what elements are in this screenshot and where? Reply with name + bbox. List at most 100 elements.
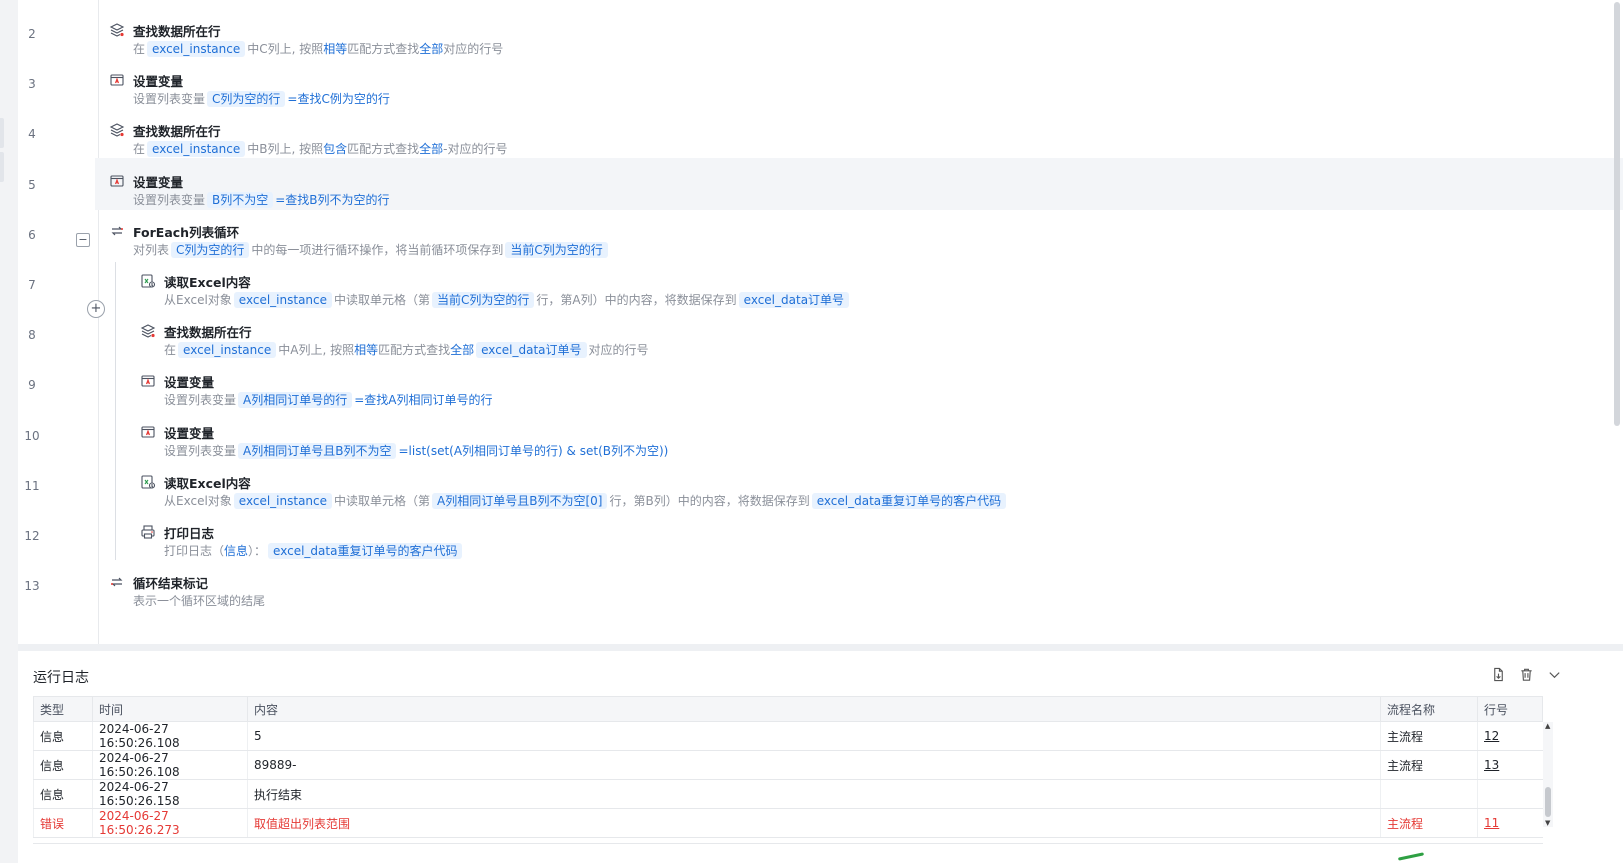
log-type: 信息	[33, 779, 93, 809]
variable-token[interactable]: A列相同订单号的行	[238, 392, 353, 409]
description-text: ）：	[248, 544, 267, 558]
step-description: 在 excel_instance 中C列上, 按照相等匹配方式查找全部对应的行号	[133, 40, 503, 57]
variable-token[interactable]: excel_instance	[233, 492, 333, 509]
col-content[interactable]: 内容	[247, 696, 1381, 722]
variable-token[interactable]: B列不为空	[207, 191, 274, 208]
variable-token[interactable]: 当前C列为空的行	[432, 292, 535, 308]
expression-token: =查找B列不为空的行	[275, 192, 390, 207]
step-description: 表示一个循环区域的结尾	[133, 592, 265, 609]
log-row[interactable]: 信息 2024-06-27 16:50:26.108 89889- 主流程 13	[33, 750, 1543, 780]
collapse-loop-button[interactable]: −	[76, 233, 90, 247]
description-text: 表示一个循环区域的结尾	[133, 594, 266, 609]
step-title: 设置变量	[164, 425, 215, 441]
log-content: 5	[247, 721, 1381, 751]
expression-token: =list(set(A列相同订单号的行) & set(B列不为空))	[398, 443, 669, 458]
step-description: 在 excel_instance 中A列上, 按照相等匹配方式查找全部 excel_d…	[164, 341, 649, 359]
step-title: 循环结束标记	[133, 576, 209, 592]
step-description: 从Excel对象 excel_instance 中读取单元格（第 当前C列为空的行 行，…	[164, 291, 851, 308]
log-row[interactable]: 信息 2024-06-27 16:50:26.108 5 主流程 12	[33, 721, 1543, 751]
variable-token[interactable]: excel_data重复订单号的客户代码	[811, 492, 1007, 509]
print-log-icon	[139, 523, 157, 541]
log-toolbar	[1489, 665, 1563, 683]
description-text: 从Excel对象	[164, 493, 232, 508]
flow-step[interactable]: 读取Excel内容 从Excel对象 excel_instance 中读取单元格（第 A…	[18, 459, 1623, 511]
step-description: 在 excel_instance 中B列上, 按照包含匹配方式查找全部-对应的行号	[133, 140, 508, 158]
description-text: -对应的行号	[443, 142, 508, 157]
variable-token[interactable]: excel_instance	[147, 141, 246, 158]
step-description: 设置列表变量 A列相同订单号的行 =查找A列相同订单号的行	[164, 391, 493, 409]
left-panel-tab[interactable]	[0, 152, 4, 182]
left-panel-tab[interactable]	[0, 118, 4, 148]
description-text: 设置列表变量	[164, 443, 237, 458]
col-flow[interactable]: 流程名称	[1380, 696, 1478, 722]
variable-token[interactable]: excel_data订单号	[738, 292, 850, 308]
step-title: 设置变量	[133, 174, 184, 190]
log-row[interactable]: 信息 2024-06-27 16:50:26.158 执行结束	[33, 779, 1543, 809]
flow-step[interactable]: 读取Excel内容 从Excel对象 excel_instance 中读取单元格（第当…	[18, 258, 1623, 310]
set-variable-icon	[139, 423, 157, 441]
variable-token[interactable]: excel_instance	[147, 41, 246, 57]
read-excel-icon	[139, 473, 157, 491]
description-text: 在	[133, 42, 146, 56]
expression-token: =查找A列相同订单号的行	[354, 393, 493, 408]
description-text: 在	[164, 343, 177, 358]
scroll-up-icon[interactable]: ▲	[1545, 722, 1550, 730]
flow-step[interactable]: 查找数据所在行在 excel_instance 中A列上, 按照相等匹配方式查找全部…	[18, 308, 1623, 360]
description-text: 行，第A列）中的内容，将数据保存到	[536, 293, 737, 307]
flow-step[interactable]: 查找数据所在行在 excel_instance 中B列上, 按照包含匹配方式查找全部…	[18, 107, 1623, 159]
export-icon[interactable]	[1489, 665, 1507, 683]
log-scroll-thumb[interactable]	[1545, 787, 1551, 817]
flow-step[interactable]: ForEach列表循环 对列表 C列为空的行 中的每一项进行循环操作，将当前循环项保存…	[18, 208, 1623, 260]
description-text: 在	[133, 142, 146, 157]
variable-token[interactable]: C列为空的行	[171, 241, 250, 258]
log-line-number	[1477, 779, 1543, 809]
flow-step[interactable]: 设置变量 设置列表变量 B列不为空 =查找B列不为空的行	[95, 157, 1623, 210]
find-row-icon	[108, 21, 126, 39]
description-text: 设置列表变量	[133, 92, 206, 107]
col-time[interactable]: 时间	[92, 696, 248, 722]
variable-token[interactable]: excel_instance	[178, 342, 277, 359]
log-table: 类型 时间 内容 流程名称 行号 信息 2024-06-27 16:50:26.1…	[33, 696, 1543, 838]
description-text: 中读取单元格（第	[334, 293, 431, 307]
step-title: 设置变量	[133, 74, 184, 90]
col-type[interactable]: 类型	[33, 696, 93, 722]
scroll-down-icon[interactable]: ▼	[1545, 819, 1550, 827]
flow-editor: 2 3 4 5 6 7 8 9 10 11 12 13 查找数据所在行在 excel_instance 中…	[18, 0, 1623, 644]
log-flow-name	[1380, 779, 1478, 809]
loop-end-icon	[108, 573, 126, 591]
log-panel-title: 运行日志	[33, 670, 89, 686]
line-link[interactable]: 12	[1484, 729, 1499, 743]
description-text: 中读取单元格（第	[334, 493, 431, 508]
editor-scroll-thumb[interactable]	[1614, 2, 1620, 426]
variable-token[interactable]: C列为空的行	[207, 91, 286, 108]
editor-scrollbar[interactable]	[1613, 0, 1621, 644]
run-log-panel: 运行日志 类型 时间 内容 流程名称 行号 信息 2024-06-27 16:50…	[18, 651, 1623, 863]
trash-icon[interactable]	[1517, 665, 1535, 683]
flow-step[interactable]: 循环结束标记表示一个循环区域的结尾	[18, 559, 1623, 611]
variable-token[interactable]: excel_instance	[233, 292, 333, 308]
col-line[interactable]: 行号	[1477, 696, 1543, 722]
step-title: 读取Excel内容	[164, 275, 251, 290]
variable-token[interactable]: A列相同订单号且B列不为空	[238, 442, 397, 459]
log-line-number: 13	[1477, 750, 1543, 780]
variable-token[interactable]: excel_data订单号	[476, 342, 587, 359]
flow-step[interactable]: 设置变量设置列表变量 A列相同订单号且B列不为空 =list(set(A列相同订单号…	[18, 409, 1623, 461]
log-scrollbar[interactable]: ▲ ▼	[1543, 722, 1553, 827]
flow-step[interactable]: 打印日志 打印日志（信息）： excel_data重复订单号的客户代码	[18, 509, 1623, 561]
line-link[interactable]: 13	[1484, 758, 1499, 772]
flow-step[interactable]: 设置变量 设置列表变量 C列为空的行 =查找C例为空的行	[18, 57, 1623, 109]
variable-token[interactable]: excel_data重复订单号的客户代码	[268, 543, 463, 559]
description-text: 匹配方式查找	[347, 142, 420, 157]
flow-step[interactable]: 设置变量 设置列表变量 A列相同订单号的行 =查找A列相同订单号的行	[18, 358, 1623, 410]
flow-step[interactable]: 查找数据所在行在 excel_instance 中C列上, 按照相等匹配方式查找全部…	[18, 7, 1623, 59]
step-list: 查找数据所在行在 excel_instance 中C列上, 按照相等匹配方式查找全部…	[18, 0, 1623, 644]
variable-token[interactable]: A列相同订单号且B列不为空[0]	[432, 492, 608, 509]
set-variable-icon	[108, 172, 126, 190]
description-text: 对应的行号	[588, 343, 649, 358]
step-description: 对列表 C列为空的行 中的每一项进行循环操作，将当前循环项保存到 当前C列为空的行	[133, 241, 610, 258]
add-step-button[interactable]: +	[87, 300, 105, 318]
description-text: 中A列上, 按照	[278, 343, 355, 358]
variable-token[interactable]: 当前C列为空的行	[505, 241, 608, 258]
chevron-down-icon[interactable]	[1545, 665, 1563, 683]
log-content: 执行结束	[247, 779, 1381, 809]
